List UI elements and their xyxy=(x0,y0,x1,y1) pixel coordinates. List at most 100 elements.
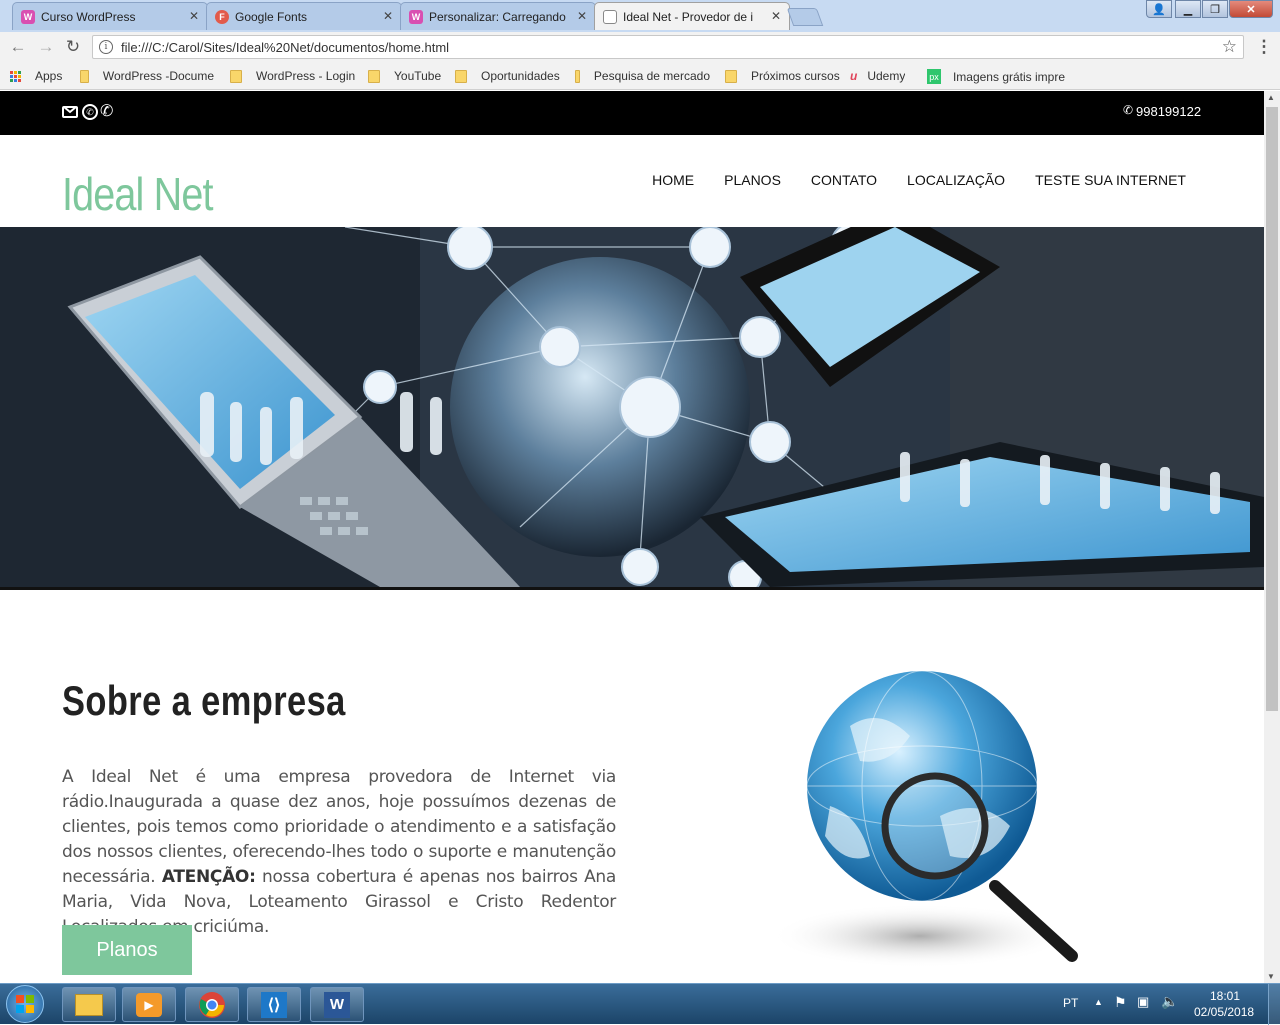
network-illustration xyxy=(0,227,1264,587)
scroll-down-arrow-icon[interactable]: ▼ xyxy=(1267,972,1275,981)
pixabay-icon: px xyxy=(927,69,941,84)
forward-arrow-icon[interactable]: → xyxy=(36,37,56,57)
volume-icon[interactable]: 🔈 xyxy=(1161,993,1178,1010)
close-icon[interactable]: ✕ xyxy=(189,9,199,23)
wordpress-favicon-icon: W xyxy=(21,9,35,24)
bookmark-apps[interactable]: Apps xyxy=(10,69,62,83)
profile-icon[interactable]: 👤 xyxy=(1146,0,1172,18)
bookmark-wordpress-login[interactable]: WordPress - Login xyxy=(230,69,355,83)
nav-localizacao[interactable]: LOCALIZAÇÃO xyxy=(907,172,1005,188)
udemy-icon: u xyxy=(850,69,858,83)
tab-title: Curso WordPress xyxy=(41,9,136,24)
nav-contato[interactable]: CONTATO xyxy=(811,172,877,188)
language-indicator[interactable]: PT xyxy=(1063,996,1078,1010)
clock-time[interactable]: 18:01 xyxy=(1210,989,1240,1003)
planos-button[interactable]: Planos xyxy=(62,925,192,975)
bookmark-udemy[interactable]: u Udemy xyxy=(850,69,905,83)
phone-number: 998199122 xyxy=(1136,104,1202,119)
tab-ideal-net[interactable]: Ideal Net - Provedor de i ✕ xyxy=(594,2,790,30)
about-title: Sobre a empresa xyxy=(62,677,346,724)
menu-dots-icon[interactable]: ⋮ xyxy=(1254,37,1274,57)
start-button-icon[interactable] xyxy=(6,985,44,1023)
browser-toolbar: ← → ↻ i file:///C:/Carol/Sites/Ideal%20N… xyxy=(0,32,1280,62)
bookmark-label: Apps xyxy=(35,69,63,83)
bookmark-youtube[interactable]: YouTube xyxy=(368,69,441,83)
about-warning-label: ATENÇÃO: xyxy=(161,867,256,887)
apps-grid-icon xyxy=(10,70,21,82)
whatsapp-icon[interactable]: ✆ xyxy=(82,104,98,120)
new-tab-button[interactable] xyxy=(786,8,824,26)
network-icon[interactable]: ▣ xyxy=(1137,994,1149,1010)
media-player-icon[interactable]: ▶ xyxy=(122,987,176,1022)
show-desktop-button[interactable] xyxy=(1268,984,1280,1025)
bookmark-pesquisa[interactable]: Pesquisa de mercado xyxy=(575,69,710,83)
bookmark-label: Próximos cursos xyxy=(751,69,840,83)
file-explorer-icon[interactable] xyxy=(62,987,116,1022)
clock-date[interactable]: 02/05/2018 xyxy=(1194,1005,1254,1019)
bookmark-proximos-cursos[interactable]: Próximos cursos xyxy=(725,69,840,83)
bookmark-label: Oportunidades xyxy=(481,69,560,83)
tab-title: Ideal Net - Provedor de i xyxy=(623,9,754,24)
address-bar[interactable]: i file:///C:/Carol/Sites/Ideal%20Net/doc… xyxy=(92,35,1244,59)
vscode-icon[interactable]: ⟨⟩ xyxy=(247,987,301,1022)
main-nav: HOME PLANOS CONTATO LOCALIZAÇÃO TESTE SU… xyxy=(652,172,1186,188)
nav-planos[interactable]: PLANOS xyxy=(724,172,781,188)
envelope-icon[interactable] xyxy=(62,106,78,118)
folder-icon xyxy=(575,69,580,83)
close-window-button[interactable]: ✕ xyxy=(1229,0,1273,18)
phone-icon[interactable]: ✆ xyxy=(100,101,113,121)
bookmark-label: Imagens grátis impre xyxy=(952,69,1065,84)
document-favicon-icon xyxy=(603,9,617,24)
bookmark-oportunidades[interactable]: Oportunidades xyxy=(455,69,560,83)
bookmark-label: YouTube xyxy=(394,69,442,83)
folder-icon xyxy=(368,69,380,83)
info-icon[interactable]: i xyxy=(99,40,113,54)
wordpress-favicon-icon: W xyxy=(409,9,423,24)
bookmark-label: Pesquisa de mercado xyxy=(593,69,710,83)
close-icon[interactable]: ✕ xyxy=(771,9,781,23)
top-phone-icon: ✆ xyxy=(1123,103,1134,117)
tray-expand-icon[interactable]: ▲ xyxy=(1094,997,1103,1007)
flag-icon[interactable]: ⚑ xyxy=(1114,994,1127,1011)
tab-title: Google Fonts xyxy=(235,9,308,24)
tab-personalizar[interactable]: W Personalizar: Carregando ✕ xyxy=(400,2,596,30)
tab-title: Personalizar: Carregando xyxy=(429,9,566,24)
bookmark-imagens[interactable]: px Imagens grátis impre xyxy=(927,69,1065,84)
nav-home[interactable]: HOME xyxy=(652,172,694,188)
hero-banner-image xyxy=(0,227,1264,590)
nav-teste-internet[interactable]: TESTE SUA INTERNET xyxy=(1035,172,1186,188)
about-paragraph: A Ideal Net é uma empresa provedora de I… xyxy=(62,765,616,940)
page-scrollbar[interactable]: ▲ ▼ xyxy=(1264,91,1280,983)
bookmark-label: WordPress - Login xyxy=(256,69,356,83)
scroll-up-arrow-icon[interactable]: ▲ xyxy=(1267,93,1275,102)
globe-magnifier-image xyxy=(750,666,1090,976)
folder-icon xyxy=(725,69,737,83)
web-page: ✆ ✆ ✆ 998199122 Ideal Net HOME PLANOS CO… xyxy=(0,91,1264,983)
close-icon[interactable]: ✕ xyxy=(383,9,393,23)
windows-taskbar: ▶ ⟨⟩ W PT ▲ ⚑ ▣ 🔈 18:01 02/05/2018 xyxy=(0,983,1280,1025)
minimize-button[interactable]: ▁ xyxy=(1175,0,1201,18)
back-arrow-icon[interactable]: ← xyxy=(8,37,28,57)
site-header: Ideal Net HOME PLANOS CONTATO LOCALIZAÇÃ… xyxy=(0,135,1264,227)
contact-top-bar: ✆ ✆ ✆ 998199122 xyxy=(0,91,1264,135)
word-icon[interactable]: W xyxy=(310,987,364,1022)
browser-tab-bar: W Curso WordPress ✕ F Google Fonts ✕ W P… xyxy=(0,0,1280,32)
chrome-icon[interactable] xyxy=(185,987,239,1022)
url-text: file:///C:/Carol/Sites/Ideal%20Net/docum… xyxy=(121,39,450,55)
folder-icon xyxy=(455,69,467,83)
reload-icon[interactable]: ↻ xyxy=(63,37,83,57)
bookmark-label: Udemy xyxy=(867,69,906,83)
folder-icon xyxy=(80,69,89,83)
tab-curso-wordpress[interactable]: W Curso WordPress ✕ xyxy=(12,2,208,30)
bookmark-star-icon[interactable]: ☆ xyxy=(1222,37,1237,57)
bookmark-label: WordPress -Docume xyxy=(102,69,214,83)
site-logo[interactable]: Ideal Net xyxy=(62,167,213,221)
restore-button[interactable]: ❐ xyxy=(1202,0,1228,18)
bookmark-wordpress-docs[interactable]: WordPress -Docume xyxy=(80,69,214,83)
folder-icon xyxy=(230,69,242,83)
scrollbar-thumb[interactable] xyxy=(1266,107,1278,711)
tab-google-fonts[interactable]: F Google Fonts ✕ xyxy=(206,2,402,30)
google-fonts-favicon-icon: F xyxy=(215,9,229,24)
bookmarks-bar: Apps WordPress -Docume WordPress - Login… xyxy=(0,62,1280,90)
close-icon[interactable]: ✕ xyxy=(577,9,587,23)
